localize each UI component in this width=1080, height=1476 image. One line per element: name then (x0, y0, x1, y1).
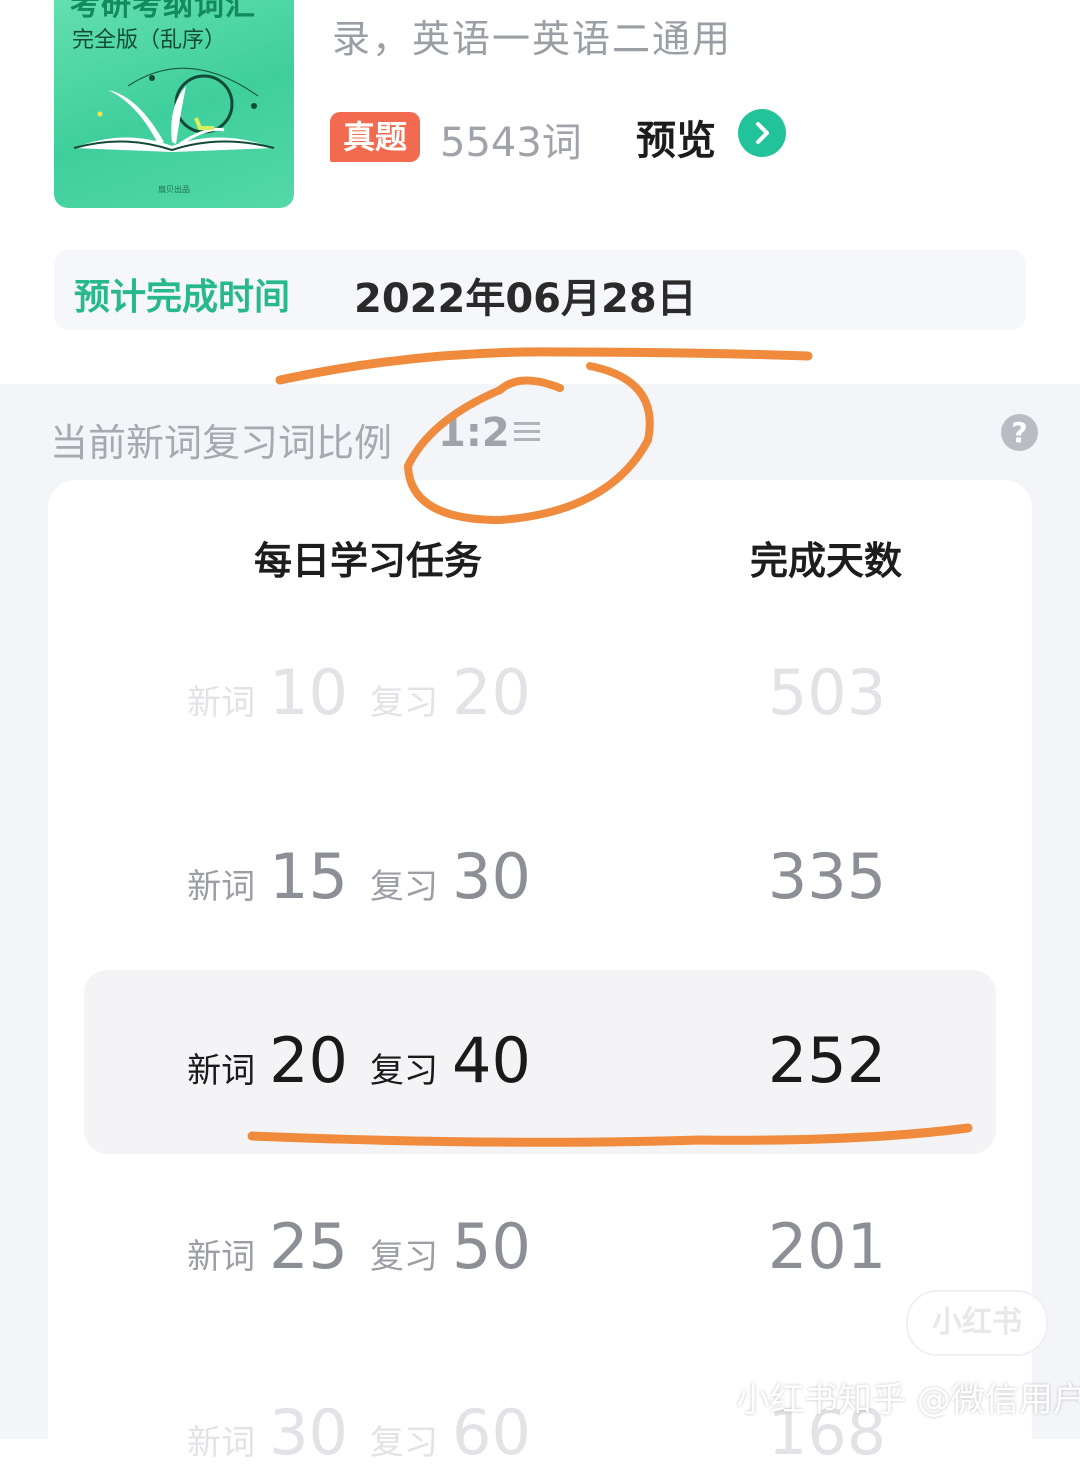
new-word-label: 新词 (187, 1237, 256, 1277)
ratio-label: 当前新词复习词比例 (50, 421, 393, 465)
watermark-badge: 小红书 (906, 1290, 1048, 1356)
picker-row[interactable]: 新词 15 复习 30 335 (0, 840, 1080, 920)
new-word-count: 20 (269, 1024, 348, 1097)
days-cell: 335 (767, 840, 887, 913)
ratio-value[interactable]: 1:2 (438, 410, 510, 456)
exam-tag: 真题 (330, 112, 420, 162)
review-label: 复习 (370, 867, 438, 907)
preview-button[interactable] (738, 109, 786, 157)
book-description: 录，英语一英语二通用 (332, 17, 733, 61)
review-count: 40 (452, 1024, 531, 1097)
watermark-text: 小红书知乎 @微信用户 (736, 1380, 1080, 1420)
new-word-count: 30 (269, 1396, 348, 1469)
new-word-count: 15 (269, 840, 348, 913)
chevron-right-icon (756, 122, 769, 144)
picker-row-selected[interactable]: 新词 20 复习 40 252 (0, 1024, 1080, 1104)
task-cell: 新词 30 复习 60 (0, 1396, 740, 1469)
new-word-label: 新词 (187, 867, 256, 907)
new-word-label: 新词 (187, 1051, 256, 1091)
new-word-label: 新词 (187, 1423, 256, 1463)
days-cell: 503 (767, 656, 887, 729)
cover-publisher: 扇贝出品 (158, 185, 190, 194)
book-header: 考研考纲词汇 完全版（乱序） 扇贝出品 录，英语一英语二通用 真题 5543词 … (0, 0, 1080, 384)
review-count: 50 (452, 1210, 531, 1283)
task-cell: 新词 15 复习 30 (0, 840, 740, 913)
estimated-finish-box: 预计完成时间 2022年06月28日 (54, 250, 1026, 330)
word-count: 5543词 (440, 120, 582, 166)
review-count: 60 (452, 1396, 531, 1469)
estimated-finish-label: 预计完成时间 (74, 277, 291, 318)
task-cell: 新词 20 复习 40 (0, 1024, 740, 1097)
review-count: 20 (452, 656, 531, 729)
days-cell: 252 (767, 1024, 887, 1097)
cover-title: 考研考纲词汇 (70, 0, 256, 23)
review-label: 复习 (370, 1237, 438, 1277)
review-label: 复习 (370, 1051, 438, 1091)
cover-subtitle: 完全版（乱序） (72, 28, 227, 53)
days-cell: 201 (767, 1210, 887, 1283)
estimated-finish-date: 2022年06月28日 (354, 276, 697, 322)
column-header-days: 完成天数 (750, 539, 903, 583)
menu-icon[interactable] (514, 420, 540, 444)
preview-link[interactable]: 预览 (636, 108, 716, 166)
new-word-label: 新词 (187, 683, 256, 723)
task-cell: 新词 25 复习 50 (0, 1210, 740, 1283)
review-count: 30 (452, 840, 531, 913)
book-cover[interactable]: 考研考纲词汇 完全版（乱序） 扇贝出品 (54, 0, 294, 208)
picker-row[interactable]: 新词 10 复习 20 503 (0, 656, 1080, 736)
review-label: 复习 (370, 1423, 438, 1463)
task-cell: 新词 10 复习 20 (0, 656, 740, 729)
open-book-illustration (73, 67, 275, 152)
column-header-task: 每日学习任务 (254, 539, 483, 583)
picker-row[interactable]: 新词 25 复习 50 201 (0, 1210, 1080, 1290)
new-word-count: 10 (269, 656, 348, 729)
help-icon[interactable]: ? (1001, 414, 1038, 451)
new-word-count: 25 (269, 1210, 348, 1283)
review-label: 复习 (370, 683, 438, 723)
